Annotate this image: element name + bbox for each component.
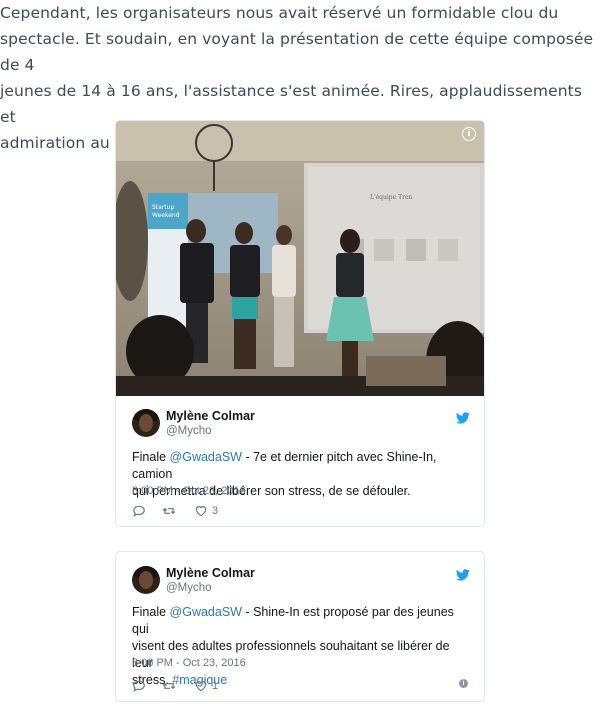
reply-icon xyxy=(133,505,145,517)
tweet-text-part: Finale xyxy=(132,450,170,464)
mention-link[interactable]: @GwadaSW xyxy=(170,450,242,464)
tweet-timestamp[interactable]: 8:06 PM - Oct 23, 2016 xyxy=(132,657,246,669)
twitter-bird-icon[interactable] xyxy=(456,412,470,424)
banner-text: Startup xyxy=(152,204,174,211)
embedded-tweet[interactable]: Mylène Colmar @Mycho Finale @GwadaSW - S… xyxy=(115,551,485,702)
tweet-text: Finale @GwadaSW - Shine-In est proposé p… xyxy=(132,604,472,689)
tweet-timestamp[interactable]: 8:00 PM - Oct 23, 2016 xyxy=(132,485,246,497)
avatar[interactable] xyxy=(132,566,160,594)
heart-icon xyxy=(195,681,207,692)
like-count: 3 xyxy=(212,505,219,517)
mention-link[interactable]: @GwadaSW xyxy=(170,605,242,619)
avatar[interactable] xyxy=(132,409,160,437)
slide-title: L'équipe Tren xyxy=(370,194,413,201)
reply-button[interactable] xyxy=(132,503,146,519)
retweet-button[interactable] xyxy=(162,678,176,694)
heart-icon xyxy=(195,506,207,517)
info-icon[interactable]: i xyxy=(462,127,476,141)
paragraph-line: Cependant, les organisateurs nous avait … xyxy=(0,4,559,22)
tweet-header: Mylène Colmar @Mycho xyxy=(132,566,472,606)
reply-button[interactable] xyxy=(132,678,146,694)
banner-text: Weekend xyxy=(152,212,180,219)
retweet-button[interactable] xyxy=(162,503,176,519)
embedded-tweet[interactable]: L'équipe Tren Startup Weekend i Mylène C… xyxy=(115,120,485,527)
tweet-text-part: Finale xyxy=(132,605,170,619)
author-name[interactable]: Mylène Colmar xyxy=(166,566,255,580)
retweet-icon xyxy=(162,507,176,515)
reply-icon xyxy=(133,680,145,692)
like-button[interactable]: 1 xyxy=(194,678,218,694)
twitter-bird-icon[interactable] xyxy=(456,569,470,581)
paragraph-line: spectacle. Et soudain, en voyant la prés… xyxy=(0,30,594,74)
like-count: 1 xyxy=(212,680,219,692)
retweet-icon xyxy=(162,682,176,690)
info-icon[interactable]: i xyxy=(459,679,468,688)
event-photo-illustration: L'équipe Tren Startup Weekend xyxy=(116,121,484,396)
author-handle[interactable]: @Mycho xyxy=(166,582,212,594)
author-handle[interactable]: @Mycho xyxy=(166,425,212,437)
tweet-photo[interactable]: L'équipe Tren Startup Weekend i xyxy=(116,121,484,396)
tweet-actions: 1 i xyxy=(132,678,472,694)
tweet-actions: 3 xyxy=(132,503,472,519)
like-button[interactable]: 3 xyxy=(194,503,218,519)
author-name[interactable]: Mylène Colmar xyxy=(166,409,255,423)
tweet-header: Mylène Colmar @Mycho xyxy=(132,409,472,449)
